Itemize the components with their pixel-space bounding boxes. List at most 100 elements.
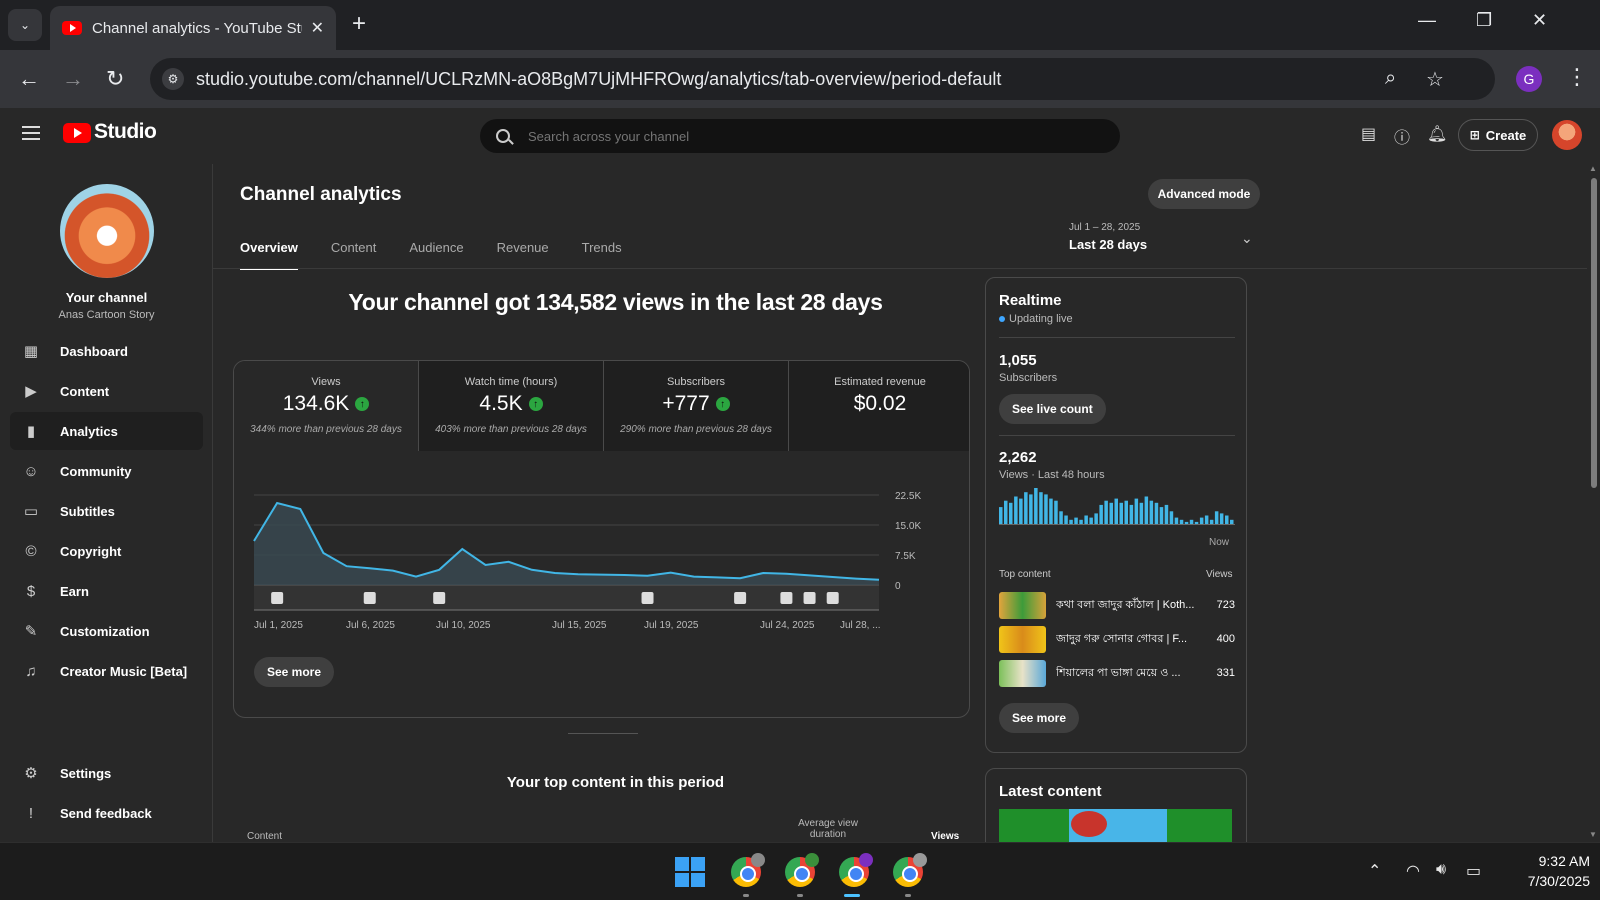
metric-subscribers[interactable]: Subscribers +777 ↑ 290% more than previou… — [604, 361, 789, 451]
chevron-up-icon[interactable]: ⌃ — [1368, 861, 1381, 881]
metric-watch-time[interactable]: Watch time (hours) 4.5K ↑ 403% more than … — [419, 361, 604, 451]
sidebar-item-label: Earn — [60, 583, 89, 599]
top-content-row[interactable]: কথা বলা জাদুর কাঁঠাল | Koth... 723 — [999, 591, 1235, 619]
reload-icon[interactable]: ↻ — [106, 66, 124, 92]
channel-avatar[interactable] — [60, 184, 154, 278]
arrow-up-icon: ↑ — [355, 397, 370, 411]
scrollbar-thumb[interactable] — [1591, 178, 1597, 488]
analytics-icon: ▮ — [26, 423, 36, 440]
notifications-bell-icon[interactable]: 🔔︎ — [1427, 124, 1447, 144]
realtime-bar — [1039, 492, 1043, 524]
scroll-down-icon[interactable]: ▼ — [1589, 830, 1597, 839]
sidebar-item-creator-music-beta[interactable]: ♫ Creator Music [Beta] — [10, 652, 203, 690]
browser-profile-avatar[interactable]: G — [1516, 66, 1542, 92]
views-column-label: Views — [1206, 569, 1233, 580]
chrome-icon[interactable] — [893, 853, 927, 887]
section-divider — [568, 733, 638, 734]
create-button[interactable]: ⊞ Create — [1458, 119, 1538, 151]
metric-views[interactable]: Views 134.6K ↑ 344% more than previous 28… — [234, 361, 419, 451]
volume-icon[interactable]: 🔊︎ — [1436, 861, 1446, 879]
sidebar-item-community[interactable]: ☺ Community — [10, 452, 203, 490]
help-icon[interactable]: ⓘ — [1394, 124, 1410, 148]
top-content-row[interactable]: জাদুর গরু সোনার গোবর | F... 400 — [999, 625, 1235, 653]
forward-icon[interactable]: → — [62, 66, 84, 92]
tab-trends[interactable]: Trends — [582, 240, 622, 270]
realtime-bar — [1219, 513, 1224, 524]
close-tab-icon[interactable]: ✕ — [311, 18, 324, 38]
menu-icon[interactable] — [22, 126, 40, 140]
see-more-button[interactable]: See more — [254, 657, 335, 687]
video-marker — [271, 592, 284, 604]
realtime-bar — [1119, 502, 1123, 524]
sidebar-item-dashboard[interactable]: ▦ Dashboard — [10, 332, 203, 370]
metric-revenue[interactable]: Estimated revenue $0.02 — [789, 361, 969, 451]
top-content-row[interactable]: শিয়ালের পা ভাঙ্গা মেয়ে ও ... 331 — [999, 659, 1235, 687]
period-selector[interactable]: Jul 1 – 28, 2025 Last 28 days ⌄ — [1069, 222, 1259, 252]
windows-start-icon[interactable] — [675, 857, 705, 887]
close-window-icon[interactable]: ✕ — [1532, 10, 1547, 31]
sidebar-item-analytics[interactable]: ▮ Analytics — [10, 412, 203, 450]
account-avatar[interactable] — [1552, 120, 1582, 150]
sidebar-item-settings[interactable]: ⚙ Settings — [10, 754, 203, 792]
sidebar-item-subtitles[interactable]: ▭ Subtitles — [10, 492, 203, 530]
channel-name: Anas Cartoon Story — [58, 309, 155, 321]
new-tab-icon[interactable]: + — [352, 10, 366, 38]
column-avg-view-duration[interactable]: Average view duration — [793, 818, 863, 840]
sidebar-item-label: Send feedback — [60, 805, 152, 821]
tab-audience[interactable]: Audience — [409, 240, 463, 270]
chrome-icon[interactable] — [731, 853, 765, 887]
tab-content[interactable]: Content — [331, 240, 377, 270]
see-live-count-button[interactable]: See live count — [999, 394, 1106, 424]
browser-menu-icon[interactable]: ⋮ — [1566, 64, 1588, 90]
url-text: studio.youtube.com/channel/UCLRzMN-aO8Bg… — [196, 68, 1002, 89]
tab-revenue[interactable]: Revenue — [497, 240, 549, 270]
column-views[interactable]: Views — [931, 831, 959, 842]
latest-content-title: Latest content — [999, 783, 1102, 800]
x-tick-label: Jul 15, 2025 — [552, 620, 607, 631]
channel-title: Your channel — [65, 290, 148, 305]
realtime-bar — [1104, 500, 1108, 524]
browser-tab[interactable]: Channel analytics - YouTube Studio ✕ — [50, 6, 336, 50]
clock[interactable]: 9:32 AM 7/30/2025 — [1500, 851, 1590, 891]
sidebar-item-send-feedback[interactable]: ! Send feedback — [10, 794, 203, 832]
sidebar-item-content[interactable]: ▶ Content — [10, 372, 203, 410]
chrome-icon[interactable] — [785, 853, 819, 887]
realtime-bar — [1029, 494, 1033, 524]
tab-overview[interactable]: Overview — [240, 240, 298, 270]
youtube-logo-icon[interactable] — [63, 123, 91, 143]
address-bar[interactable]: ⚙ studio.youtube.com/channel/UCLRzMN-aO8… — [150, 58, 1495, 100]
scroll-up-icon[interactable]: ▲ — [1589, 164, 1597, 173]
sidebar-item-label: Content — [60, 383, 110, 399]
create-label: Create — [1485, 127, 1527, 143]
zoom-icon[interactable]: ⌕ — [1385, 67, 1396, 90]
running-indicator — [905, 894, 911, 897]
realtime-bar — [1079, 519, 1083, 524]
restore-icon[interactable]: ❐ — [1476, 10, 1492, 31]
sidebar-item-copyright[interactable]: © Copyright — [10, 532, 203, 570]
wifi-icon[interactable]: ◠ — [1406, 861, 1420, 881]
page-scrollbar[interactable]: ▲ ▼ — [1587, 164, 1600, 842]
minimize-icon[interactable]: — — [1418, 10, 1436, 31]
browser-tab-bar: ⌄ Channel analytics - YouTube Studio ✕ +… — [0, 0, 1600, 50]
search-input[interactable] — [528, 128, 1028, 144]
video-marker — [780, 592, 793, 604]
back-icon[interactable]: ← — [18, 66, 40, 92]
sidebar-item-customization[interactable]: ✎ Customization — [10, 612, 203, 650]
views-headline: Your channel got 134,582 views in the la… — [348, 289, 883, 315]
column-content[interactable]: Content — [247, 831, 282, 842]
comments-icon[interactable]: ▤ — [1361, 124, 1376, 144]
sidebar-item-earn[interactable]: $ Earn — [10, 572, 203, 610]
chrome-icon[interactable] — [839, 853, 873, 887]
realtime-bar — [1094, 513, 1098, 524]
battery-icon[interactable]: ▭ — [1466, 861, 1481, 881]
realtime-bar — [1114, 498, 1118, 524]
studio-logo-text[interactable]: Studio — [94, 120, 157, 144]
bookmark-star-icon[interactable]: ☆ — [1426, 67, 1444, 92]
latest-video-thumbnail[interactable] — [999, 809, 1232, 842]
realtime-see-more-button[interactable]: See more — [999, 703, 1080, 733]
site-info-icon[interactable]: ⚙ — [162, 68, 184, 90]
tab-search-button[interactable]: ⌄ — [8, 9, 42, 41]
divider — [999, 337, 1235, 338]
advanced-mode-button[interactable]: Advanced mode — [1148, 179, 1260, 209]
search-bar[interactable] — [480, 119, 1120, 153]
